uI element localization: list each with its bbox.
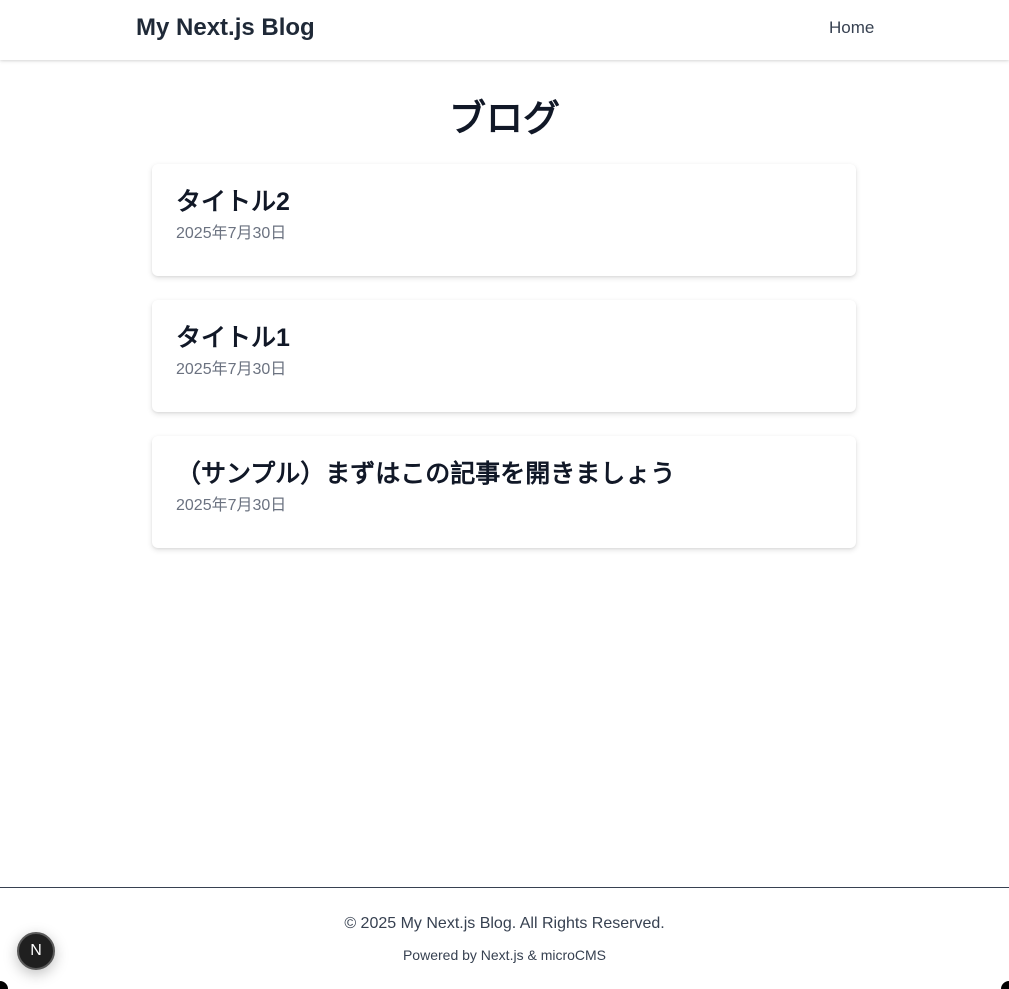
post-date: 2025年7月30日 <box>176 361 287 378</box>
footer-copyright: © 2025 My Next.js Blog. All Rights Reser… <box>344 915 665 932</box>
post-title: （サンプル）まずはこの記事を開きましょう <box>176 460 676 488</box>
site-footer: © 2025 My Next.js Blog. All Rights Reser… <box>0 887 1009 989</box>
nextjs-dev-indicator-button[interactable]: N <box>17 932 55 970</box>
nextjs-logo-icon: N <box>30 942 42 959</box>
post-card[interactable]: （サンプル）まずはこの記事を開きましょう 2025年7月30日 <box>152 436 856 548</box>
footer-powered-by: Powered by Next.js & microCMS <box>402 947 607 963</box>
post-title: タイトル2 <box>176 188 290 216</box>
page-title: ブログ <box>449 98 560 139</box>
post-list: タイトル2 2025年7月30日 タイトル1 2025年7月30日 （サンプル）… <box>152 164 856 572</box>
post-title: タイトル1 <box>176 324 290 352</box>
post-card[interactable]: タイトル1 2025年7月30日 <box>152 300 856 412</box>
page: My Next.js Blog Home ブログ タイトル2 2025年7月30… <box>0 0 1009 989</box>
post-card[interactable]: タイトル2 2025年7月30日 <box>152 164 856 276</box>
post-date: 2025年7月30日 <box>176 497 287 514</box>
window-corner <box>0 981 8 989</box>
nav-link-home[interactable]: Home <box>829 18 874 38</box>
post-date: 2025年7月30日 <box>176 225 287 242</box>
site-header: My Next.js Blog Home <box>0 0 1009 60</box>
site-logo-link[interactable]: My Next.js Blog <box>136 14 315 42</box>
window-corner <box>1001 981 1009 989</box>
